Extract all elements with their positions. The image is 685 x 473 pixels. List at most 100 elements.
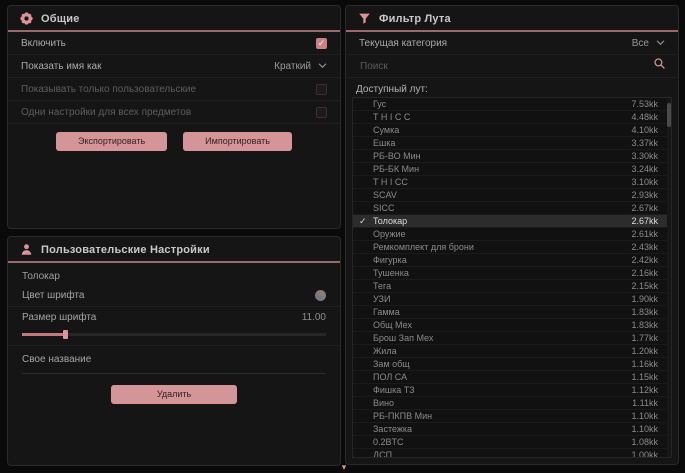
list-item[interactable]: Гус7.53kk	[353, 98, 671, 111]
list-item[interactable]: Сумка4.10kk	[353, 124, 671, 137]
list-item[interactable]: Брош Зап Мех1.77kk	[353, 332, 671, 345]
list-item[interactable]: УЗИ1.90kk	[353, 293, 671, 306]
font-color-row: Цвет шрифта	[8, 285, 340, 307]
list-item[interactable]: Оружие2.61kk	[353, 228, 671, 241]
item-value: 2.15kk	[631, 281, 662, 291]
import-button[interactable]: Импортировать	[183, 132, 292, 151]
custom-name-input[interactable]	[22, 369, 326, 374]
item-value: 3.24kk	[631, 164, 662, 174]
setting-row-enable: Включить ✓	[8, 32, 340, 55]
general-panel-title: Общие	[41, 13, 80, 25]
list-item[interactable]: Ешка3.37kk	[353, 137, 671, 150]
item-name: Фишка ТЗ	[373, 385, 631, 395]
list-item[interactable]: Жила1.20kk	[353, 345, 671, 358]
item-value: 1.77kk	[631, 333, 662, 343]
item-value: 1.20kk	[631, 346, 662, 356]
same-settings-label: Одни настройки для всех предметов	[21, 107, 191, 118]
list-item[interactable]: Застежка1.10kk	[353, 423, 671, 436]
item-value: 2.42kk	[631, 255, 662, 265]
item-value: 3.10kk	[631, 177, 662, 187]
funnel-icon	[358, 12, 371, 25]
item-name: РБ-БК Мин	[373, 164, 631, 174]
enable-checkbox[interactable]: ✓	[316, 38, 327, 49]
item-value: 1.83kk	[631, 320, 662, 330]
item-name: Оружие	[373, 229, 631, 239]
user-settings-title: Пользовательские Настройки	[41, 244, 210, 256]
item-name: 0.2BTC	[373, 437, 631, 447]
list-item[interactable]: Ремкомплект для брони2.43kk	[353, 241, 671, 254]
item-name: Ремкомплект для брони	[373, 242, 631, 252]
list-item[interactable]: ДСП1.00kk	[353, 449, 671, 458]
color-wheel-icon[interactable]	[315, 290, 326, 301]
item-value: 1.00kk	[631, 450, 662, 458]
item-name: T H I C C	[373, 112, 631, 122]
export-button[interactable]: Экспортировать	[56, 132, 167, 151]
item-value: 4.48kk	[631, 112, 662, 122]
item-name: Тушенка	[373, 268, 631, 278]
name-mode-label: Показать имя как	[21, 61, 101, 72]
item-name: T H I CC	[373, 177, 631, 187]
loot-list: Гус7.53kkT H I C C4.48kkСумка4.10kkЕшка3…	[352, 97, 672, 458]
item-name: Толокар	[373, 216, 631, 226]
only-custom-checkbox[interactable]	[316, 84, 327, 95]
delete-row: Удалить	[8, 385, 340, 404]
item-value: 2.61kk	[631, 229, 662, 239]
slider-handle[interactable]	[63, 330, 68, 339]
category-select[interactable]: Все	[632, 38, 665, 49]
list-item[interactable]: 0.2BTC1.08kk	[353, 436, 671, 449]
same-settings-checkbox[interactable]	[316, 107, 327, 118]
list-item[interactable]: Общ Мех1.83kk	[353, 319, 671, 332]
item-value: 1.83kk	[631, 307, 662, 317]
list-item[interactable]: РБ-ПКПВ Мин1.10kk	[353, 410, 671, 423]
list-scrollbar[interactable]	[667, 98, 671, 457]
magnifier-icon	[653, 57, 666, 75]
list-item[interactable]: T H I C C4.48kk	[353, 111, 671, 124]
list-item[interactable]: Зам общ1.16kk	[353, 358, 671, 371]
font-size-label: Размер шрифта	[22, 312, 96, 323]
category-label: Текущая категория	[359, 38, 447, 49]
loot-filter-panel: Фильтр Лута Текущая категория Все Доступ…	[345, 5, 679, 465]
font-size-fill	[22, 333, 65, 336]
list-item[interactable]: SCAV2.93kk	[353, 189, 671, 202]
item-value: 1.10kk	[631, 411, 662, 421]
list-item[interactable]: T H I CC3.10kk	[353, 176, 671, 189]
collapse-handle[interactable]: ▾	[338, 463, 350, 472]
item-value: 1.15kk	[631, 372, 662, 382]
list-item[interactable]: Вино1.11kk	[353, 397, 671, 410]
item-name: Гамма	[373, 307, 631, 317]
list-item[interactable]: РБ-ВО Мин3.30kk	[353, 150, 671, 163]
item-value: 1.90kk	[631, 294, 662, 304]
scrollbar-thumb[interactable]	[667, 103, 671, 127]
enable-label: Включить	[21, 38, 66, 49]
category-value: Все	[632, 38, 649, 49]
item-name: Застежка	[373, 424, 631, 434]
list-item[interactable]: Фигурка2.42kk	[353, 254, 671, 267]
item-name: Жила	[373, 346, 631, 356]
custom-name-label: Свое название	[8, 346, 340, 367]
name-mode-select[interactable]: Краткий	[274, 61, 327, 72]
slider-track[interactable]	[22, 333, 326, 336]
list-item[interactable]: SICC2.67kk	[353, 202, 671, 215]
list-item[interactable]: Тушенка2.16kk	[353, 267, 671, 280]
list-item[interactable]: Гамма1.83kk	[353, 306, 671, 319]
setting-row-name-mode: Показать имя как Краткий	[8, 55, 340, 78]
font-size-slider[interactable]	[22, 330, 326, 339]
font-color-label: Цвет шрифта	[22, 290, 84, 301]
item-name: РБ-ПКПВ Мин	[373, 411, 631, 421]
item-name: Гус	[373, 99, 631, 109]
list-item[interactable]: Фишка ТЗ1.12kk	[353, 384, 671, 397]
list-item[interactable]: Тега2.15kk	[353, 280, 671, 293]
list-item[interactable]: ✓Толокар2.67kk	[353, 215, 671, 228]
item-name: Сумка	[373, 125, 631, 135]
list-item[interactable]: ПОЛ СА1.15kk	[353, 371, 671, 384]
delete-button[interactable]: Удалить	[111, 385, 237, 404]
item-name: SCAV	[373, 190, 631, 200]
list-item[interactable]: РБ-БК Мин3.24kk	[353, 163, 671, 176]
only-custom-label: Показывать только пользовательские	[21, 84, 196, 95]
category-row: Текущая категория Все	[346, 32, 678, 55]
search-row	[346, 55, 678, 78]
search-input[interactable]	[358, 60, 653, 73]
person-icon	[20, 243, 33, 256]
item-name: Общ Мех	[373, 320, 631, 330]
chevron-down-icon	[318, 61, 327, 72]
